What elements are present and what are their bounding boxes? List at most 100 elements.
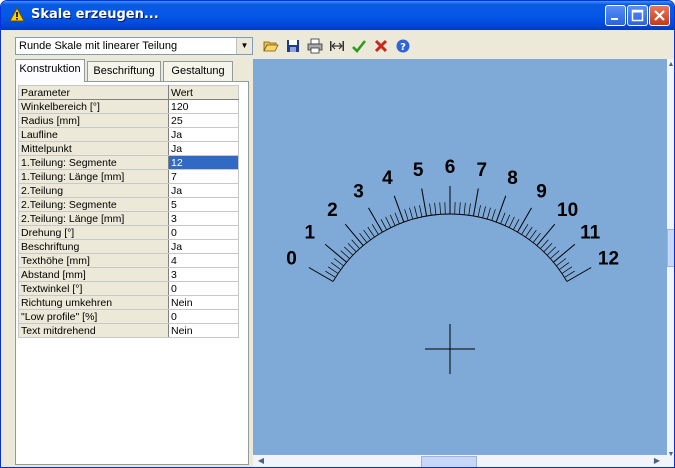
minor-tick bbox=[340, 250, 350, 259]
table-row[interactable]: Beschriftung Ja bbox=[18, 239, 239, 254]
minor-tick bbox=[371, 224, 379, 235]
minor-tick bbox=[409, 207, 414, 220]
minor-tick bbox=[525, 226, 533, 238]
parameter-value-cell[interactable]: Ja bbox=[168, 127, 239, 142]
close-icon[interactable] bbox=[649, 5, 670, 26]
help-icon[interactable]: ? bbox=[395, 38, 411, 54]
scale-label: 2 bbox=[327, 200, 338, 221]
scale-label: 1 bbox=[305, 222, 316, 243]
parameter-name-cell: Radius [mm] bbox=[18, 113, 169, 128]
scroll-down-icon[interactable]: ▼ bbox=[667, 451, 674, 459]
cancel-icon[interactable] bbox=[373, 38, 389, 54]
horizontal-scrollbar[interactable]: ◀ ▶ bbox=[253, 455, 667, 467]
parameter-value-cell[interactable]: 3 bbox=[168, 211, 239, 226]
table-row[interactable]: Laufline Ja bbox=[18, 127, 239, 142]
parameter-value-cell[interactable]: 120 bbox=[168, 99, 239, 114]
open-folder-icon[interactable] bbox=[263, 38, 279, 54]
parameter-value-cell[interactable]: 12 bbox=[168, 155, 239, 170]
vertical-scrollbar[interactable]: ▲ ▼ bbox=[667, 59, 674, 467]
minor-tick bbox=[385, 216, 392, 228]
table-row[interactable]: Textwinkel [°] 0 bbox=[18, 281, 239, 296]
dimension-icon[interactable] bbox=[329, 38, 345, 54]
scroll-right-icon[interactable]: ▶ bbox=[651, 455, 663, 467]
minor-tick bbox=[347, 243, 357, 253]
minor-tick bbox=[491, 209, 496, 221]
minor-tick bbox=[363, 229, 371, 240]
parameter-value-cell[interactable]: Nein bbox=[168, 323, 239, 338]
scale-label: 11 bbox=[580, 222, 601, 243]
scale-label: 9 bbox=[536, 182, 547, 203]
parameter-value-cell[interactable]: Nein bbox=[168, 295, 239, 310]
parameter-name-cell: Laufline bbox=[18, 127, 169, 142]
parameter-name-cell: Text mitdrehend bbox=[18, 323, 169, 338]
minor-tick bbox=[333, 258, 344, 267]
scale-label: 4 bbox=[382, 168, 393, 189]
table-row[interactable]: 1.Teilung: Länge [mm] 7 bbox=[18, 169, 239, 184]
parameter-name-cell: Abstand [mm] bbox=[18, 267, 169, 282]
save-icon[interactable] bbox=[285, 38, 301, 54]
minor-tick bbox=[459, 202, 461, 215]
tab-konstruktion[interactable]: Konstruktion bbox=[15, 59, 85, 82]
minor-tick bbox=[344, 246, 354, 256]
scale-label: 7 bbox=[476, 160, 487, 181]
parameter-value-cell[interactable]: 3 bbox=[168, 267, 239, 282]
table-row[interactable]: Radius [mm] 25 bbox=[18, 113, 239, 128]
table-row[interactable]: 2.Teilung: Länge [mm] 3 bbox=[18, 211, 239, 226]
chevron-down-icon[interactable]: ▼ bbox=[236, 38, 252, 54]
horizontal-scroll-thumb[interactable] bbox=[421, 456, 477, 467]
minor-tick bbox=[429, 203, 432, 216]
table-row[interactable]: Richtung umkehren Nein bbox=[18, 295, 239, 310]
scroll-left-icon[interactable]: ◀ bbox=[255, 455, 267, 467]
major-tick bbox=[517, 207, 532, 233]
major-tick bbox=[495, 195, 507, 223]
parameter-name-cell: 2.Teilung bbox=[18, 183, 169, 198]
tab-label: Beschriftung bbox=[93, 65, 155, 77]
minor-tick bbox=[330, 262, 341, 270]
table-row[interactable]: Texthöhe [mm] 4 bbox=[18, 253, 239, 268]
minor-tick bbox=[439, 202, 441, 215]
app-window: Skale erzeugen... Runde Skale mit linear… bbox=[0, 0, 675, 468]
minor-tick bbox=[367, 226, 375, 238]
scale-type-select[interactable]: Runde Skale mit linearer Teilung ▼ bbox=[15, 37, 253, 55]
table-row[interactable]: Abstand [mm] 3 bbox=[18, 267, 239, 282]
parameter-table: Parameter Wert Winkelbereich [°] 120 Radiu… bbox=[18, 85, 239, 338]
parameter-value-cell[interactable]: 7 bbox=[168, 169, 239, 184]
parameter-name-cell: Textwinkel [°] bbox=[18, 281, 169, 296]
maximize-icon[interactable] bbox=[627, 5, 648, 26]
major-tick bbox=[308, 267, 334, 282]
parameter-value-cell[interactable]: Ja bbox=[168, 183, 239, 198]
minor-tick bbox=[380, 219, 387, 230]
table-row[interactable]: Mittelpunkt Ja bbox=[18, 141, 239, 156]
grid-header-row: Parameter Wert bbox=[18, 85, 239, 100]
parameter-value-cell[interactable]: 4 bbox=[168, 253, 239, 268]
parameter-value-cell[interactable]: 5 bbox=[168, 197, 239, 212]
table-row[interactable]: Winkelbereich [°] 120 bbox=[18, 99, 239, 114]
table-row[interactable]: 2.Teilung: Segmente 5 bbox=[18, 197, 239, 212]
parameter-value-cell[interactable]: 0 bbox=[168, 225, 239, 240]
table-row[interactable]: 1.Teilung: Segmente 12 bbox=[18, 155, 239, 170]
parameter-value-cell[interactable]: 25 bbox=[168, 113, 239, 128]
table-row[interactable]: Drehung [°] 0 bbox=[18, 225, 239, 240]
parameter-value-cell[interactable]: 0 bbox=[168, 309, 239, 324]
title-bar[interactable]: Skale erzeugen... bbox=[1, 1, 674, 30]
check-icon[interactable] bbox=[351, 38, 367, 54]
tab-gestaltung[interactable]: Gestaltung bbox=[163, 61, 233, 81]
scale-preview-canvas[interactable]: 0 1 2 3 4 5 6 7 8 9 10 11 12 bbox=[253, 59, 667, 455]
parameter-value-cell[interactable]: Ja bbox=[168, 141, 239, 156]
scale-label: 12 bbox=[598, 249, 619, 270]
major-tick bbox=[472, 188, 479, 217]
major-tick bbox=[368, 207, 383, 233]
parameter-name-cell: Mittelpunkt bbox=[18, 141, 169, 156]
vertical-scroll-thumb[interactable] bbox=[667, 229, 674, 267]
table-row[interactable]: 2.Teilung Ja bbox=[18, 183, 239, 198]
parameter-name-cell: Winkelbereich [°] bbox=[18, 99, 169, 114]
minimize-icon[interactable] bbox=[605, 5, 626, 26]
table-row[interactable]: "Low profile" [%] 0 bbox=[18, 309, 239, 324]
parameter-value-cell[interactable]: 0 bbox=[168, 281, 239, 296]
print-icon[interactable] bbox=[307, 38, 323, 54]
parameter-value-cell[interactable]: Ja bbox=[168, 239, 239, 254]
table-row[interactable]: Text mitdrehend Nein bbox=[18, 323, 239, 338]
minor-tick bbox=[389, 214, 396, 226]
tab-beschriftung[interactable]: Beschriftung bbox=[87, 61, 161, 81]
scroll-up-icon[interactable]: ▲ bbox=[667, 61, 674, 69]
